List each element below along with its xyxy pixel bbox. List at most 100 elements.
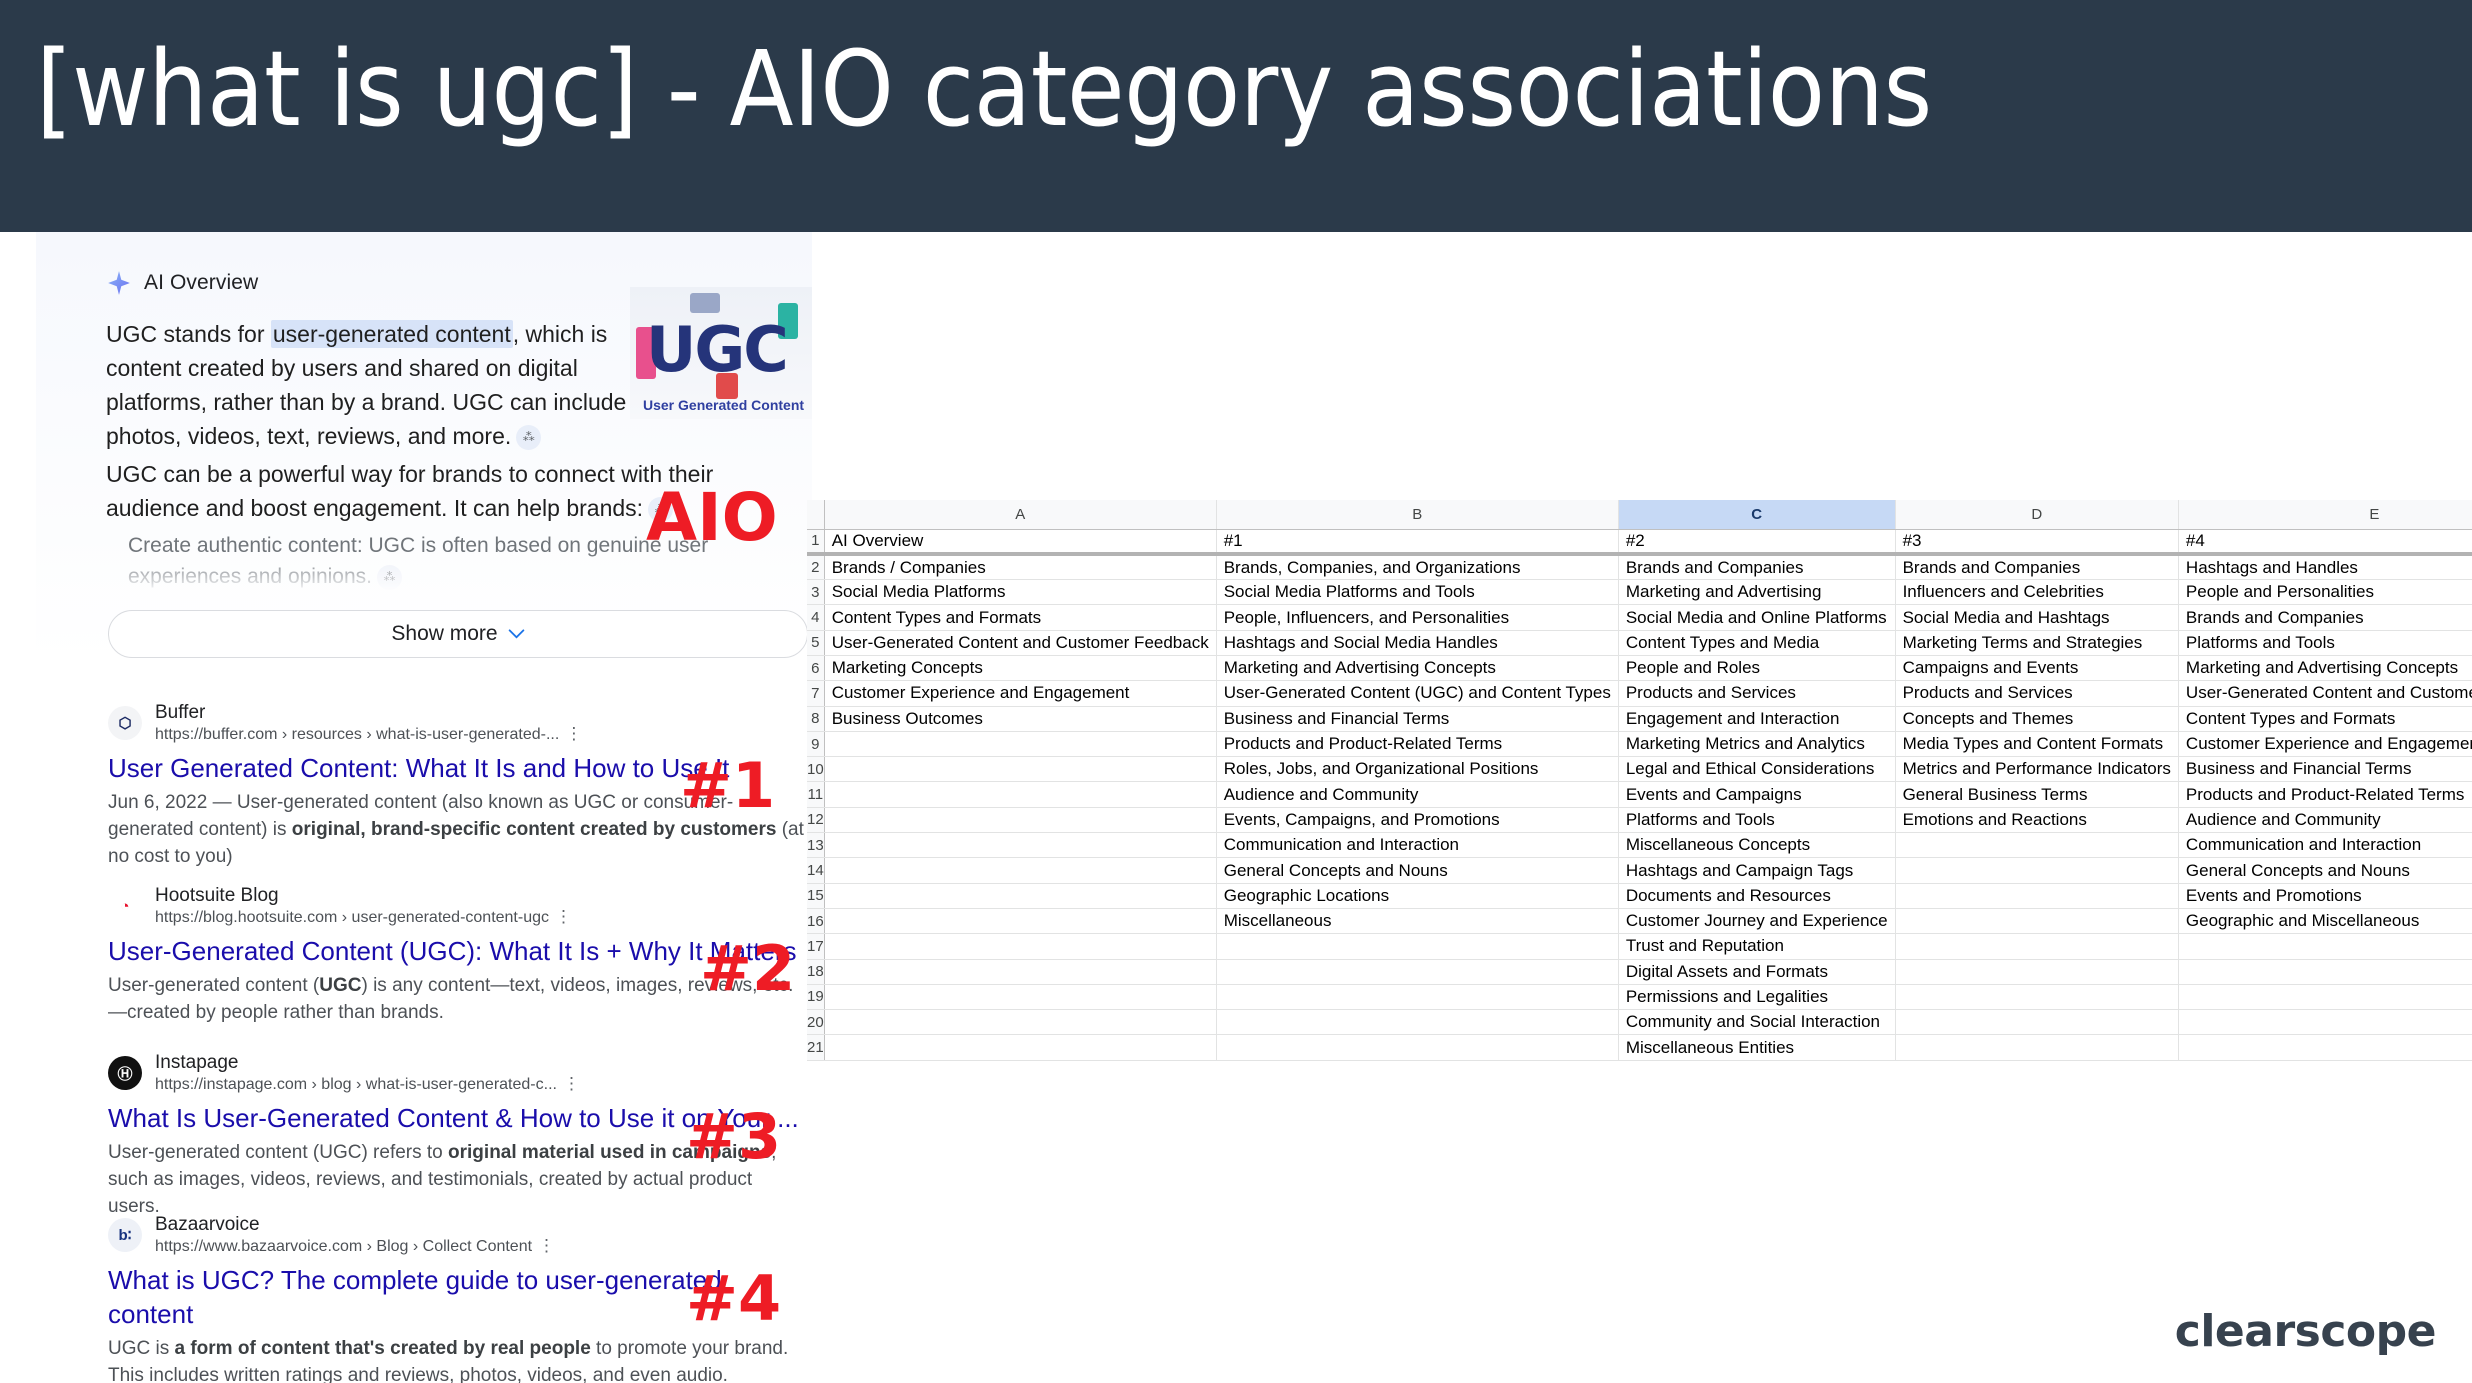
kebab-menu-icon[interactable]: ⋮ [565, 724, 582, 743]
kebab-menu-icon[interactable]: ⋮ [555, 907, 572, 926]
row-header-6[interactable]: 6 [807, 655, 825, 682]
row-header-20[interactable]: 20 [807, 1009, 825, 1036]
cell-E9[interactable]: Customer Experience and Engagement [2178, 731, 2472, 758]
cell-E17[interactable] [2178, 933, 2472, 960]
cell-D1[interactable]: #3 [1895, 529, 2179, 557]
cell-C5[interactable]: Content Types and Media [1618, 630, 1896, 656]
cell-D4[interactable]: Social Media and Hashtags [1895, 604, 2179, 631]
cell-A12[interactable] [824, 807, 1217, 834]
cell-A4[interactable]: Content Types and Formats [824, 604, 1217, 631]
result-title-link[interactable]: User Generated Content: What It Is and H… [108, 751, 808, 785]
cell-E12[interactable]: Audience and Community [2178, 807, 2472, 834]
row-header-3[interactable]: 3 [807, 579, 825, 606]
cell-B10[interactable]: Roles, Jobs, and Organizational Position… [1216, 756, 1619, 783]
row-header-8[interactable]: 8 [807, 706, 825, 732]
cell-A13[interactable] [824, 832, 1217, 859]
cell-C18[interactable]: Digital Assets and Formats [1618, 959, 1896, 985]
cell-C13[interactable]: Miscellaneous Concepts [1618, 832, 1896, 859]
citation-link-icon[interactable]: ⁂ [516, 425, 542, 451]
cell-B13[interactable]: Communication and Interaction [1216, 832, 1619, 859]
cell-C16[interactable]: Customer Journey and Experience [1618, 908, 1896, 935]
search-result-4[interactable]: b∶ Bazaarvoice https://www.bazaarvoice.c… [108, 1212, 808, 1383]
cell-D10[interactable]: Metrics and Performance Indicators [1895, 756, 2179, 783]
row-header-4[interactable]: 4 [807, 604, 825, 631]
cell-E6[interactable]: Marketing and Advertising Concepts [2178, 655, 2472, 682]
kebab-menu-icon[interactable]: ⋮ [563, 1074, 580, 1093]
cell-D2[interactable]: Brands and Companies [1895, 554, 2179, 581]
cell-B5[interactable]: Hashtags and Social Media Handles [1216, 630, 1619, 656]
spreadsheet[interactable]: ABCDE 1 AI Overview #1 #2 #3 #4 2 Brands / Comp… [807, 500, 2472, 1070]
cell-B16[interactable]: Miscellaneous [1216, 908, 1619, 935]
result-title-link[interactable]: User-Generated Content (UGC): What It Is… [108, 934, 808, 968]
cell-A8[interactable]: Business Outcomes [824, 706, 1217, 732]
cell-B20[interactable] [1216, 1009, 1619, 1036]
cell-C8[interactable]: Engagement and Interaction [1618, 706, 1896, 732]
row-header-2[interactable]: 2 [807, 554, 825, 581]
cell-D11[interactable]: General Business Terms [1895, 781, 2179, 808]
cell-C2[interactable]: Brands and Companies [1618, 554, 1896, 581]
cell-A6[interactable]: Marketing Concepts [824, 655, 1217, 682]
cell-B1[interactable]: #1 [1216, 529, 1619, 557]
column-header-d[interactable]: D [1895, 500, 2179, 530]
cell-C21[interactable]: Miscellaneous Entities [1618, 1034, 1896, 1061]
column-header-e[interactable]: E [2178, 500, 2472, 530]
cell-E21[interactable] [2178, 1034, 2472, 1061]
cell-E16[interactable]: Geographic and Miscellaneous [2178, 908, 2472, 935]
search-result-1[interactable]: ⬡ Buffer https://buffer.com › resources … [108, 700, 808, 870]
show-more-button[interactable]: Show more [108, 610, 808, 658]
row-header-12[interactable]: 12 [807, 807, 825, 834]
cell-A21[interactable] [824, 1034, 1217, 1061]
row-header-19[interactable]: 19 [807, 984, 825, 1011]
cell-A2[interactable]: Brands / Companies [824, 554, 1217, 581]
cell-E14[interactable]: General Concepts and Nouns [2178, 857, 2472, 884]
cell-D8[interactable]: Concepts and Themes [1895, 706, 2179, 732]
cell-A16[interactable] [824, 908, 1217, 935]
cell-D7[interactable]: Products and Services [1895, 680, 2179, 707]
cell-D19[interactable] [1895, 984, 2179, 1011]
column-header-a[interactable]: A [824, 500, 1217, 530]
select-all-corner[interactable] [807, 500, 825, 530]
cell-E2[interactable]: Hashtags and Handles [2178, 554, 2472, 581]
cell-B11[interactable]: Audience and Community [1216, 781, 1619, 808]
citation-link-icon-2[interactable]: ⁂ [648, 497, 674, 523]
cell-A14[interactable] [824, 857, 1217, 884]
cell-C12[interactable]: Platforms and Tools [1618, 807, 1896, 834]
cell-A3[interactable]: Social Media Platforms [824, 579, 1217, 606]
cell-B12[interactable]: Events, Campaigns, and Promotions [1216, 807, 1619, 834]
result-title-link[interactable]: What Is User-Generated Content & How to … [108, 1101, 808, 1135]
cell-D16[interactable] [1895, 908, 2179, 935]
search-result-3[interactable]: Ⓗ Instapage https://instapage.com › blog… [108, 1050, 808, 1220]
cell-C19[interactable]: Permissions and Legalities [1618, 984, 1896, 1011]
cell-D9[interactable]: Media Types and Content Formats [1895, 731, 2179, 758]
cell-B21[interactable] [1216, 1034, 1619, 1061]
column-header-b[interactable]: B [1216, 500, 1619, 530]
cell-C20[interactable]: Community and Social Interaction [1618, 1009, 1896, 1036]
cell-D21[interactable] [1895, 1034, 2179, 1061]
cell-E3[interactable]: People and Personalities [2178, 579, 2472, 606]
cell-E18[interactable] [2178, 959, 2472, 985]
row-header-13[interactable]: 13 [807, 832, 825, 859]
cell-D18[interactable] [1895, 959, 2179, 985]
cell-E4[interactable]: Brands and Companies [2178, 604, 2472, 631]
cell-B8[interactable]: Business and Financial Terms [1216, 706, 1619, 732]
cell-B9[interactable]: Products and Product-Related Terms [1216, 731, 1619, 758]
cell-A7[interactable]: Customer Experience and Engagement [824, 680, 1217, 707]
cell-A18[interactable] [824, 959, 1217, 985]
cell-D17[interactable] [1895, 933, 2179, 960]
cell-B17[interactable] [1216, 933, 1619, 960]
row-header-18[interactable]: 18 [807, 959, 825, 985]
cell-B14[interactable]: General Concepts and Nouns [1216, 857, 1619, 884]
cell-D6[interactable]: Campaigns and Events [1895, 655, 2179, 682]
cell-B15[interactable]: Geographic Locations [1216, 883, 1619, 909]
cell-A10[interactable] [824, 756, 1217, 783]
cell-E1[interactable]: #4 [2178, 529, 2472, 557]
cell-B3[interactable]: Social Media Platforms and Tools [1216, 579, 1619, 606]
row-header-10[interactable]: 10 [807, 756, 825, 783]
cell-E5[interactable]: Platforms and Tools [2178, 630, 2472, 656]
column-header-c[interactable]: C [1618, 500, 1896, 530]
cell-A9[interactable] [824, 731, 1217, 758]
cell-D20[interactable] [1895, 1009, 2179, 1036]
cell-C9[interactable]: Marketing Metrics and Analytics [1618, 731, 1896, 758]
cell-A20[interactable] [824, 1009, 1217, 1036]
cell-B19[interactable] [1216, 984, 1619, 1011]
